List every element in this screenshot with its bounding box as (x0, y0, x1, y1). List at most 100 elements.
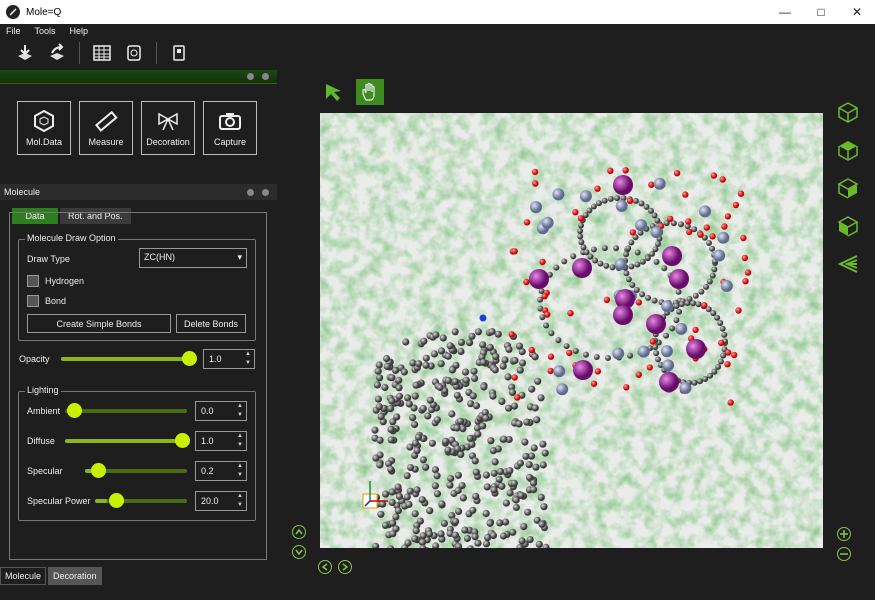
import-button[interactable] (12, 40, 38, 66)
carbon-atom (519, 359, 527, 367)
cube-view-top-icon[interactable] (836, 138, 860, 162)
spin-up-icon[interactable]: ▲ (245, 351, 251, 357)
molecule-close-button[interactable] (262, 188, 269, 196)
pan-down-button[interactable] (292, 545, 306, 559)
metal-atom (572, 258, 592, 278)
menu-help[interactable]: Help (70, 26, 89, 36)
molecule-render[interactable] (320, 113, 823, 548)
oxygen-atom (626, 197, 634, 204)
measure-button[interactable]: Measure (79, 101, 133, 155)
maximize-button[interactable]: □ (803, 0, 839, 24)
carbon-atom (411, 421, 419, 429)
molecule-float-button[interactable] (247, 188, 254, 196)
cube-view-front-icon[interactable] (836, 100, 860, 124)
select-tool-button[interactable] (320, 79, 348, 105)
decoration-label: Decoration (146, 137, 190, 147)
bottom-tab-molecule[interactable]: Molecule (0, 567, 47, 585)
draw-type-select[interactable]: ZC(HN) ▾ (139, 248, 247, 268)
create-simple-bonds-button[interactable]: Create Simple Bonds (27, 314, 171, 333)
spin-up-icon[interactable]: ▲ (237, 403, 243, 409)
zoom-out-button[interactable] (837, 547, 851, 561)
carbon-atom (453, 391, 461, 399)
spin-down-icon[interactable]: ▼ (237, 442, 243, 448)
carbon-atom (512, 503, 520, 511)
carbon-atom (652, 344, 659, 351)
carbon-atom (419, 532, 427, 540)
carbon-atom (455, 507, 463, 515)
cube-view-side-icon[interactable] (836, 176, 860, 200)
diffuse-spinbox[interactable]: 1.0 ▲ ▼ (195, 431, 247, 451)
molecule-viewport[interactable] (320, 113, 823, 548)
tool-buttons: Mol.Data Measure Decoration Capture (0, 84, 277, 184)
close-button[interactable]: ✕ (839, 0, 875, 24)
ambient-slider-track[interactable] (65, 409, 187, 413)
dock-float-button[interactable] (247, 73, 254, 80)
perspective-view-icon[interactable] (836, 252, 860, 276)
carbon-atom (468, 332, 476, 340)
specular-spinbox[interactable]: 0.2 ▲ ▼ (195, 461, 247, 481)
dock-close-button[interactable] (262, 73, 269, 80)
mol-data-button[interactable]: Mol.Data (17, 101, 71, 155)
pan-up-button[interactable] (292, 525, 306, 539)
rotate-view-button[interactable] (121, 40, 147, 66)
specular-power-spinbox[interactable]: 20.0 ▲ ▼ (195, 491, 247, 511)
carbon-atom (482, 540, 491, 548)
cube-view-left-icon[interactable] (836, 214, 860, 238)
delete-bonds-button[interactable]: Delete Bonds (176, 314, 246, 333)
table-button[interactable] (89, 40, 115, 66)
carbon-atom (707, 372, 714, 379)
bottom-tab-decoration[interactable]: Decoration (48, 567, 102, 585)
carbon-atom (452, 517, 460, 526)
carbon-atom (454, 471, 462, 479)
mol-data-label: Mol.Data (25, 137, 62, 147)
carbon-atom (703, 283, 710, 290)
opacity-slider-handle[interactable] (182, 351, 197, 366)
carbon-atom (466, 434, 474, 442)
carbon-atom (394, 483, 402, 491)
specular-power-slider-handle[interactable] (109, 493, 124, 508)
specular-slider-handle[interactable] (91, 463, 106, 478)
spin-up-icon[interactable]: ▲ (237, 433, 243, 439)
spin-up-icon[interactable]: ▲ (237, 463, 243, 469)
carbon-atom (504, 373, 512, 381)
carbon-atom (433, 416, 441, 424)
spin-down-icon[interactable]: ▼ (237, 502, 243, 508)
diffuse-slider-handle[interactable] (175, 433, 190, 448)
carbon-atom (376, 374, 384, 382)
carbon-atom (639, 258, 646, 265)
pan-right-button[interactable] (338, 560, 352, 574)
oxygen-atom (603, 296, 611, 303)
carbon-atom (521, 438, 529, 446)
spin-down-icon[interactable]: ▼ (245, 360, 251, 366)
zinc-atom (530, 201, 542, 214)
ambient-spinbox[interactable]: 0.0 ▲ ▼ (195, 401, 247, 421)
carbon-atom (480, 383, 488, 391)
spin-up-icon[interactable]: ▲ (237, 493, 243, 499)
pan-left-button[interactable] (318, 560, 332, 574)
draw-type-value: ZC(HN) (144, 252, 175, 262)
carbon-atom (466, 339, 474, 347)
carbon-atom (411, 439, 420, 447)
carbon-atom (678, 301, 685, 308)
opacity-spinbox[interactable]: 1.0 ▲ ▼ (203, 349, 255, 369)
ambient-slider-handle[interactable] (67, 403, 82, 418)
capture-button[interactable]: Capture (203, 101, 257, 155)
metal-atom (669, 269, 689, 289)
hydrogen-checkbox[interactable] (27, 275, 39, 287)
carbon-atom (523, 418, 531, 426)
minimize-button[interactable]: — (767, 0, 803, 24)
export-button[interactable] (44, 40, 70, 66)
carbon-atom (456, 417, 465, 425)
spin-down-icon[interactable]: ▼ (237, 412, 243, 418)
menu-tools[interactable]: Tools (35, 26, 56, 36)
zoom-in-button[interactable] (837, 527, 851, 541)
decoration-button[interactable]: Decoration (141, 101, 195, 155)
carbon-atom (614, 195, 621, 202)
pan-tool-button[interactable] (356, 79, 384, 105)
bond-checkbox[interactable] (27, 295, 39, 307)
carbon-atom (505, 404, 513, 412)
menu-file[interactable]: File (6, 26, 21, 36)
app-logo-icon (6, 5, 20, 19)
clipboard-button[interactable] (166, 40, 192, 66)
spin-down-icon[interactable]: ▼ (237, 472, 243, 478)
